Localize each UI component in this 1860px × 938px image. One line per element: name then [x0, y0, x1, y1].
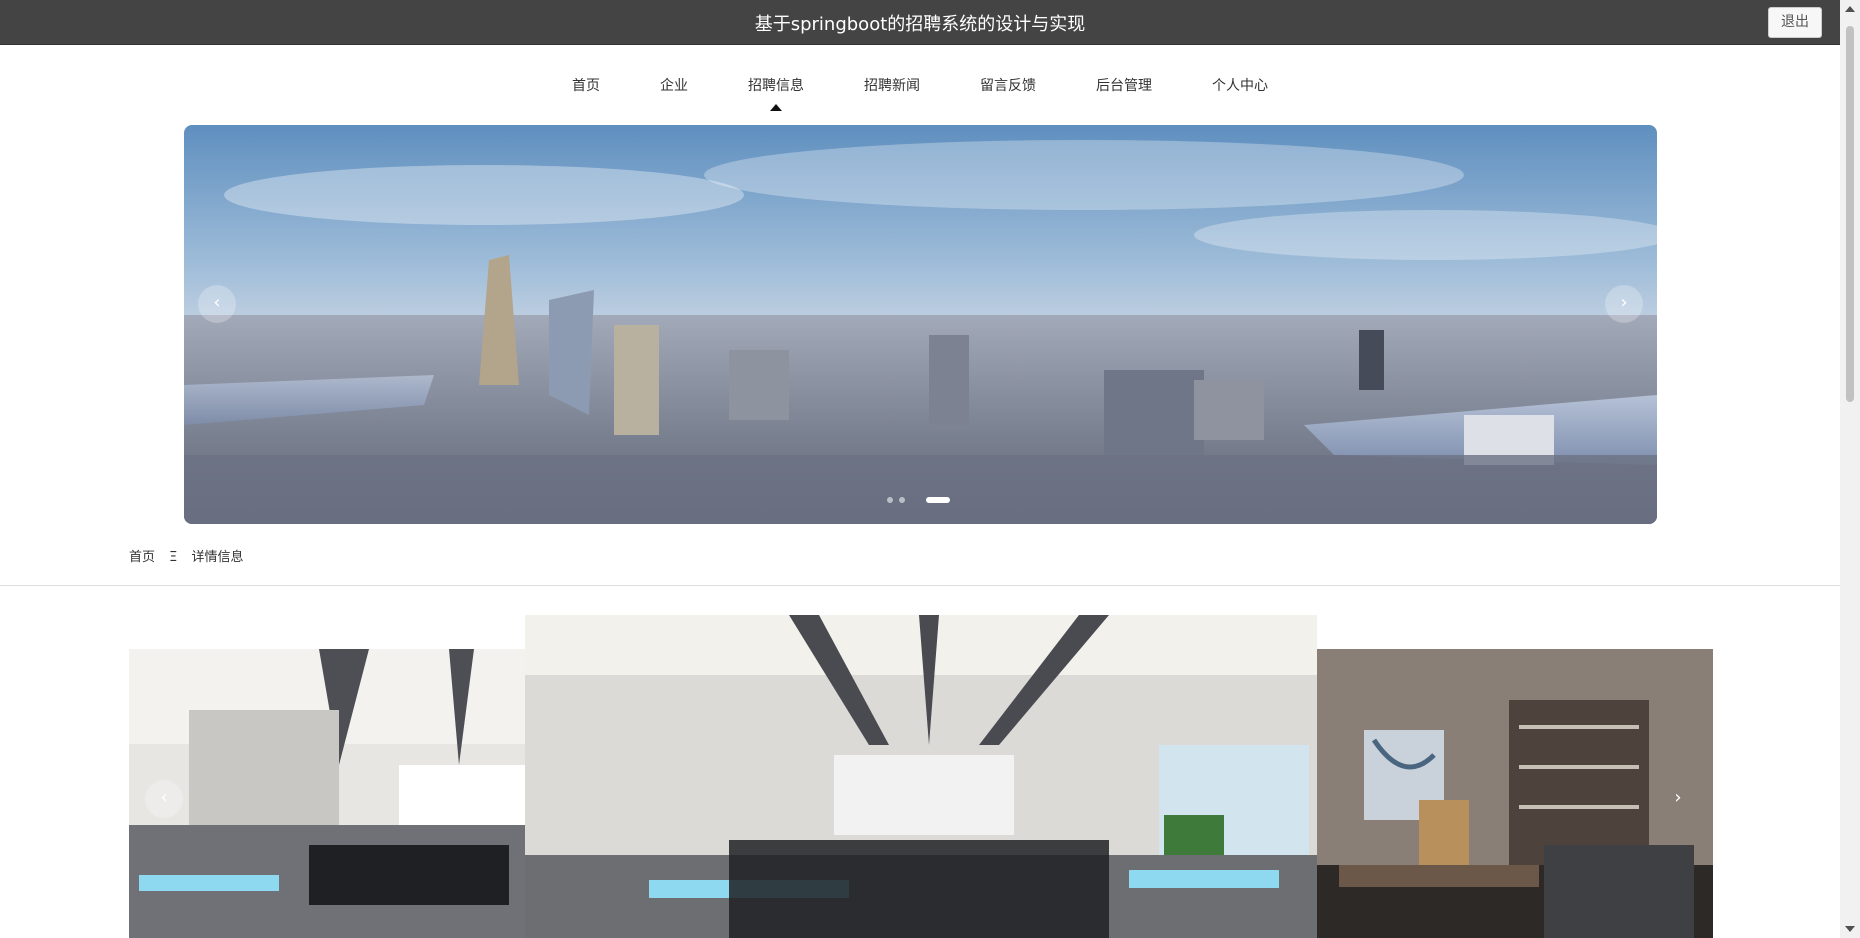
breadcrumb-separator-icon: Ξ	[169, 550, 178, 565]
chevron-left-icon: ‹	[213, 292, 221, 313]
nav-item-home[interactable]: 首页	[572, 75, 600, 95]
banner-dot-1[interactable]	[887, 497, 893, 503]
gallery-prev-button[interactable]: ‹	[145, 780, 183, 818]
scroll-up-arrow-icon[interactable]	[1845, 6, 1855, 12]
active-nav-caret-icon	[770, 104, 782, 111]
scroll-down-arrow-icon[interactable]	[1845, 926, 1855, 932]
main-nav: 首页 企业 招聘信息 招聘新闻 留言反馈 后台管理 个人中心	[0, 45, 1840, 117]
chevron-right-icon: ›	[1620, 292, 1628, 313]
nav-item-personal-center[interactable]: 个人中心	[1212, 75, 1268, 95]
nav-item-company[interactable]: 企业	[660, 75, 688, 95]
office-slide-center	[525, 615, 1317, 938]
gallery-next-button[interactable]: ›	[1659, 780, 1697, 818]
scrollbar-thumb[interactable]	[1846, 26, 1854, 402]
banner-carousel: ‹ ›	[184, 125, 1657, 524]
chevron-left-icon: ‹	[160, 787, 168, 808]
section-divider	[0, 585, 1840, 586]
office-images	[129, 615, 1713, 938]
nav-item-admin[interactable]: 后台管理	[1096, 75, 1152, 95]
chevron-right-icon: ›	[1674, 787, 1682, 808]
nav-item-job-news[interactable]: 招聘新闻	[864, 75, 920, 95]
app-title: 基于springboot的招聘系统的设计与实现	[754, 14, 1086, 35]
breadcrumb: 首页 Ξ 详情信息	[129, 546, 254, 565]
breadcrumb-current: 详情信息	[191, 550, 244, 565]
banner-prev-button[interactable]: ‹	[198, 285, 236, 323]
breadcrumb-home[interactable]: 首页	[129, 550, 155, 565]
banner-dot-3-active[interactable]	[926, 497, 950, 503]
nav-item-feedback[interactable]: 留言反馈	[980, 75, 1036, 95]
office-slide-right	[1317, 649, 1713, 938]
logout-button[interactable]: 退出	[1768, 7, 1822, 38]
nav-item-job-info[interactable]: 招聘信息	[748, 75, 804, 95]
office-slide-left	[129, 649, 525, 938]
detail-image-carousel: ‹ ›	[129, 615, 1713, 938]
city-skyline-image	[184, 125, 1657, 524]
page-scrollbar[interactable]	[1840, 0, 1860, 938]
banner-next-button[interactable]: ›	[1605, 285, 1643, 323]
banner-dot-2[interactable]	[899, 497, 905, 503]
top-header: 基于springboot的招聘系统的设计与实现 退出	[0, 0, 1840, 45]
